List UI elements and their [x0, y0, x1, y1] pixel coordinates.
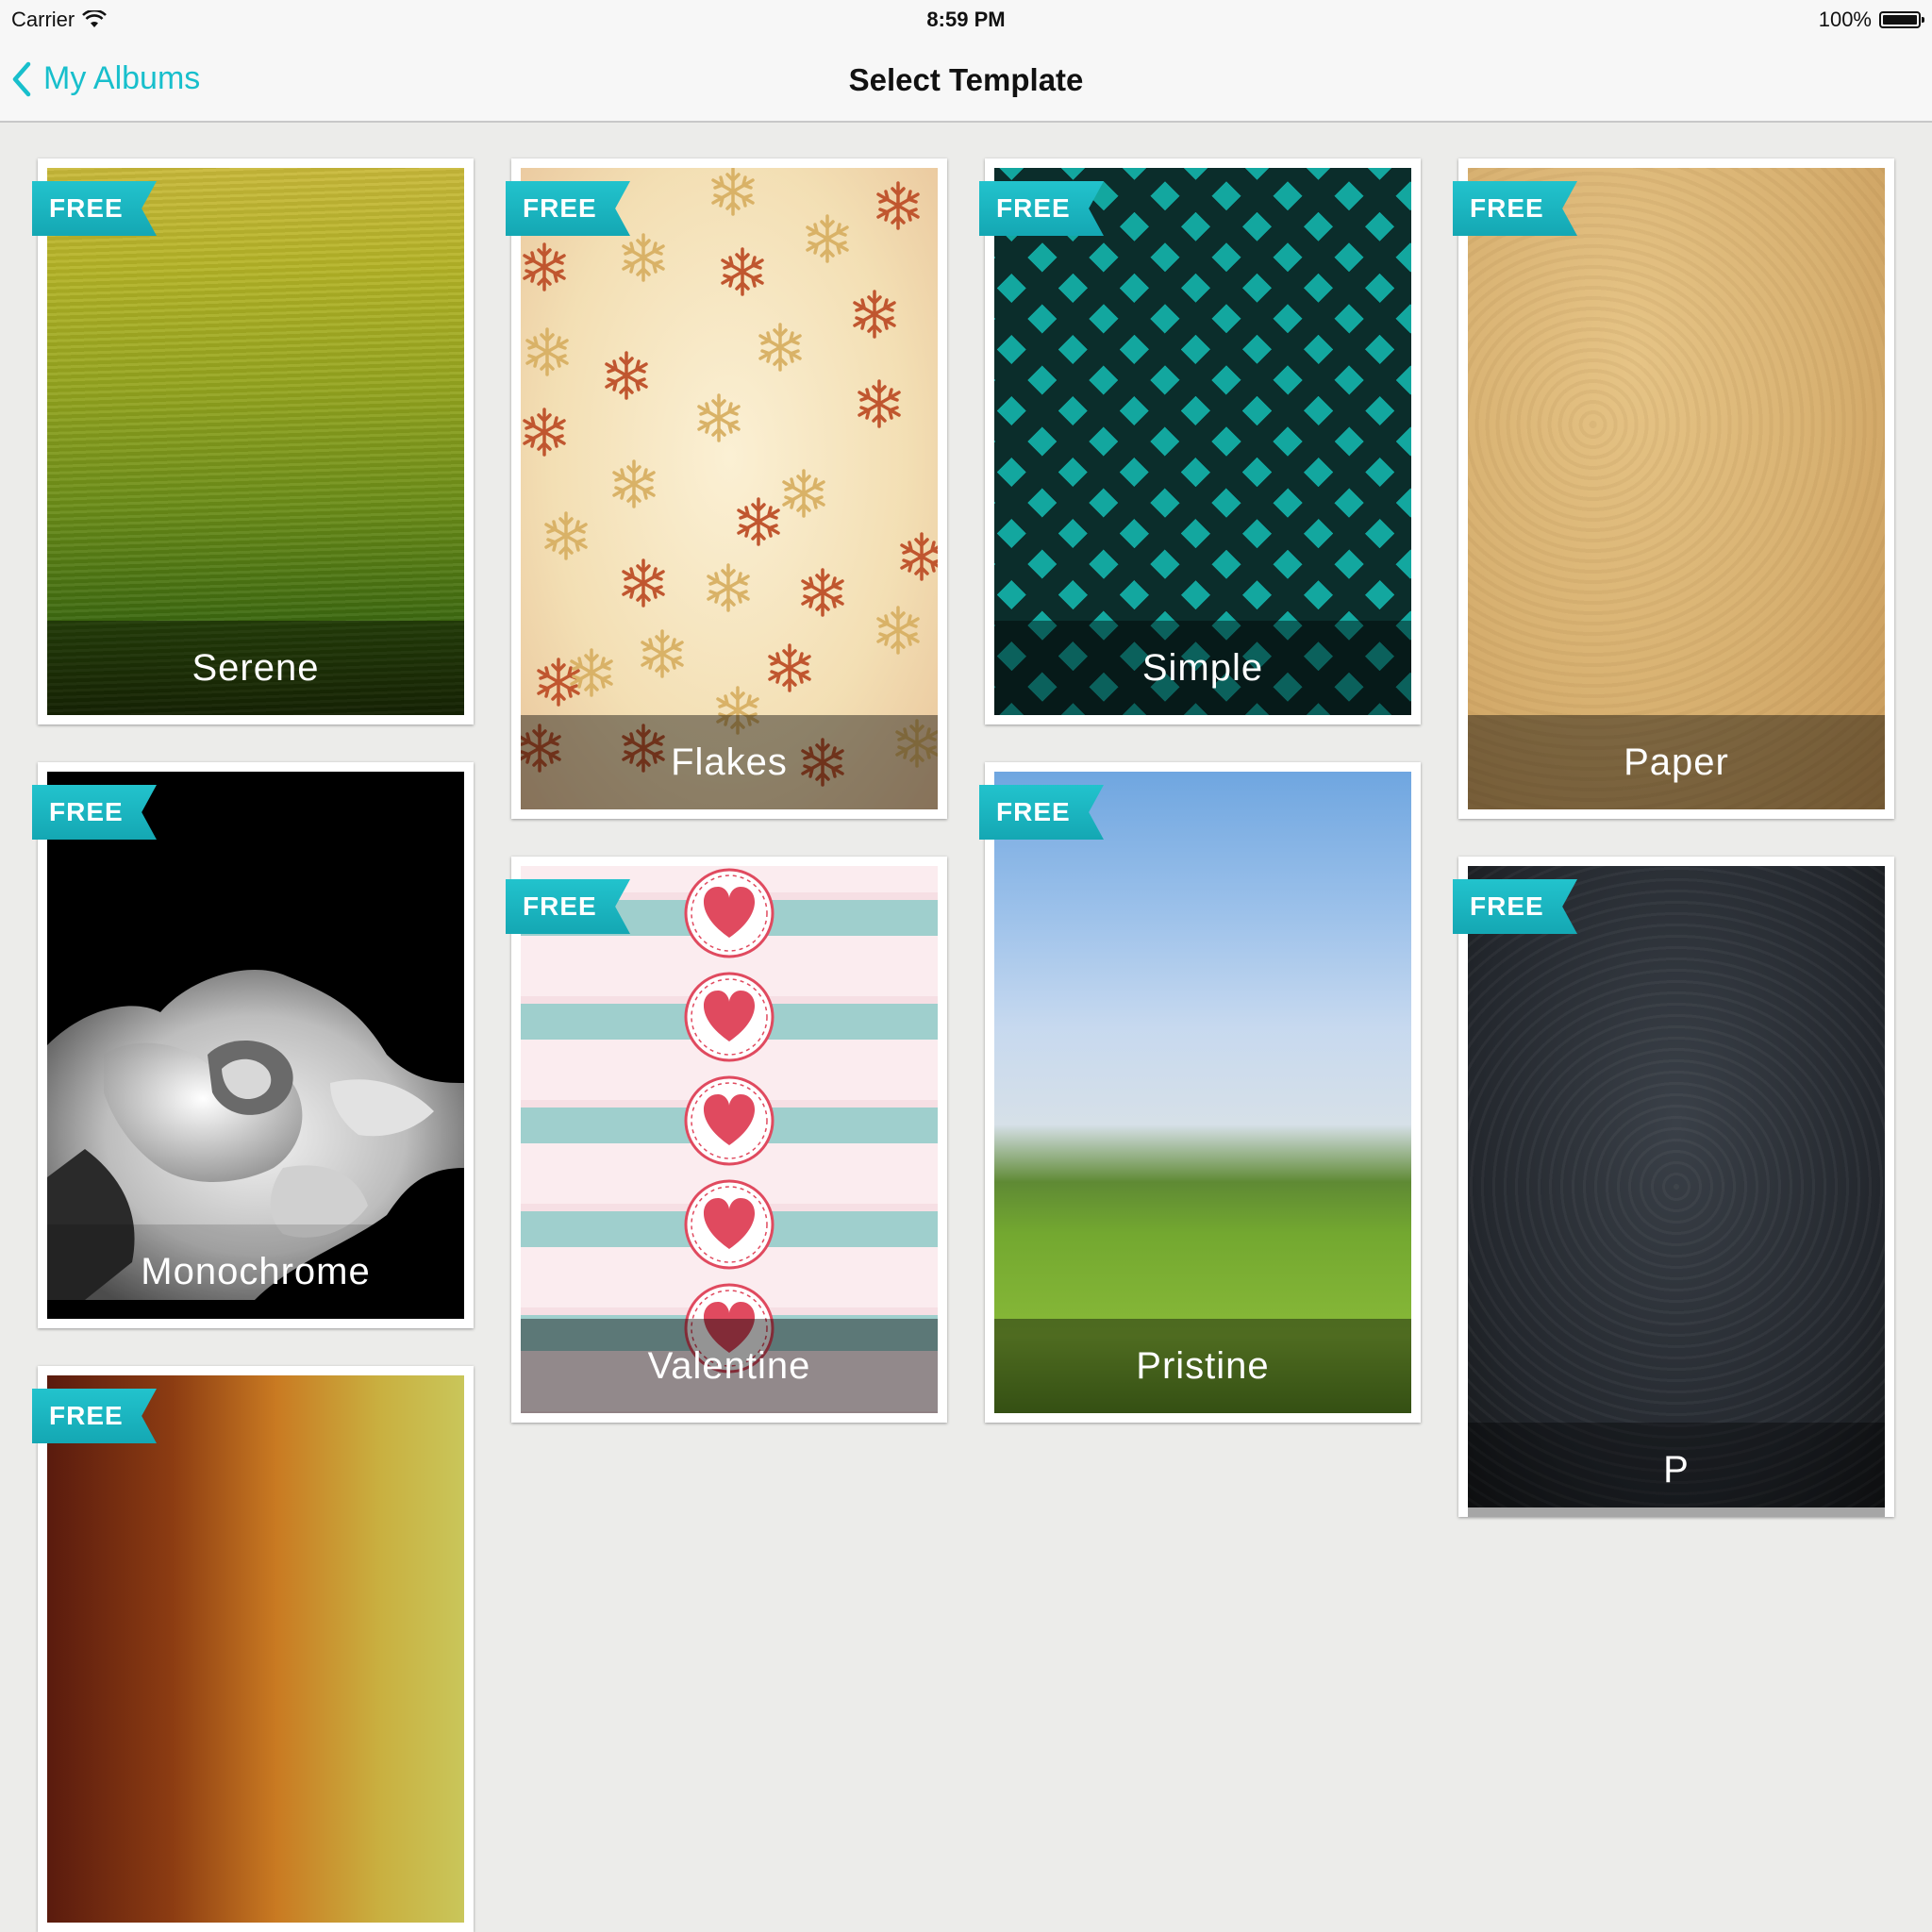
free-badge: FREE	[32, 1389, 157, 1443]
status-time: 8:59 PM	[926, 8, 1006, 31]
template-name: Monochrome	[47, 1224, 464, 1319]
status-bar: Carrier 8:59 PM 100%	[0, 0, 1932, 40]
carrier-label: Carrier	[11, 8, 75, 31]
free-badge: FREE	[506, 181, 630, 236]
template-name: Flakes	[521, 715, 938, 809]
status-right: 100%	[1818, 8, 1924, 32]
snowflake-pattern	[521, 168, 938, 787]
chevron-left-icon	[12, 61, 31, 96]
template-name: Simple	[994, 621, 1411, 715]
template-card-pristine[interactable]: Pristine FREE	[979, 762, 1421, 1423]
free-badge: FREE	[506, 879, 630, 934]
template-thumbnail	[521, 168, 938, 809]
template-thumbnail	[1468, 866, 1885, 1507]
battery-percent: 100%	[1818, 8, 1872, 31]
back-label: My Albums	[43, 60, 201, 96]
free-badge: FREE	[979, 785, 1104, 840]
page-title: Select Template	[848, 62, 1084, 97]
template-card-simple[interactable]: Simple FREE	[979, 158, 1421, 724]
free-badge: FREE	[1453, 879, 1577, 934]
wifi-icon	[82, 10, 108, 27]
template-card-partial[interactable]: FREE	[32, 1366, 474, 1932]
template-name: Pristine	[994, 1319, 1411, 1413]
template-card-monochrome[interactable]: Monochrome FREE	[32, 762, 474, 1328]
template-thumbnail	[47, 1375, 464, 1923]
free-badge: FREE	[1453, 181, 1577, 236]
template-name: Valentine	[521, 1319, 938, 1413]
template-card-valentine[interactable]: Valentine FREE	[506, 857, 947, 1423]
status-left: Carrier	[11, 8, 108, 32]
back-button[interactable]: My Albums	[11, 60, 200, 97]
free-badge: FREE	[979, 181, 1104, 236]
template-card-serene[interactable]: Serene FREE	[32, 158, 474, 724]
template-card-dark[interactable]: P FREE	[1453, 857, 1894, 1517]
template-thumbnail	[1468, 168, 1885, 809]
template-name: Paper	[1468, 715, 1885, 809]
template-thumbnail	[994, 772, 1411, 1413]
free-badge: FREE	[32, 785, 157, 840]
battery-icon	[1879, 11, 1924, 28]
template-name: Serene	[47, 621, 464, 715]
template-name: P	[1468, 1423, 1885, 1517]
template-card-flakes[interactable]: Flakes FREE	[506, 158, 947, 819]
free-badge: FREE	[32, 181, 157, 236]
template-card-paper[interactable]: Paper FREE	[1453, 158, 1894, 819]
navigation-bar: My Albums Select Template	[0, 40, 1932, 123]
